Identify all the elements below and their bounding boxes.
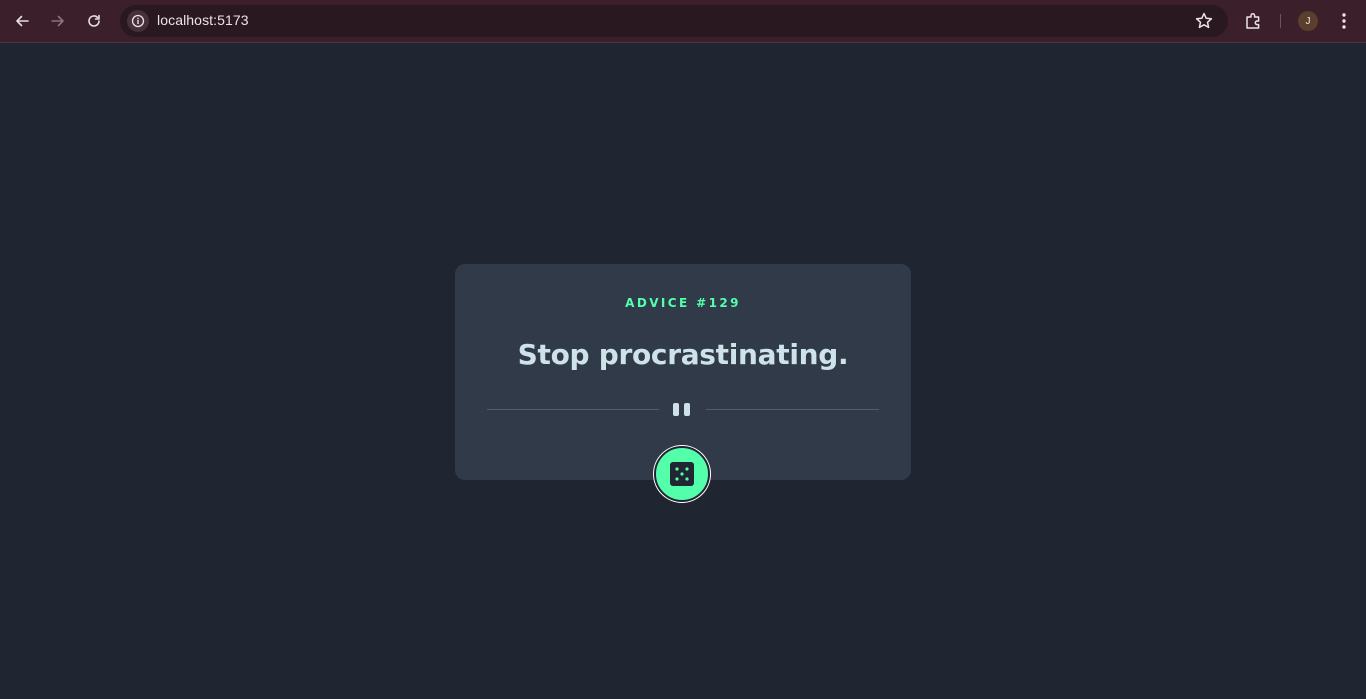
pattern-divider: [487, 401, 879, 417]
back-button[interactable]: [10, 9, 34, 33]
divider-line-left: [487, 409, 659, 410]
profile-avatar[interactable]: J: [1298, 11, 1318, 31]
pause-quote-icon: [673, 403, 693, 416]
address-bar[interactable]: localhost:5173: [120, 5, 1228, 37]
puzzle-icon[interactable]: [1244, 11, 1264, 31]
reload-icon: [88, 14, 100, 27]
generate-advice-button[interactable]: [654, 446, 710, 502]
advice-id: ADVICE #129: [625, 296, 741, 310]
forward-button[interactable]: [46, 9, 70, 33]
url-text[interactable]: localhost:5173: [157, 12, 249, 28]
star-icon[interactable]: [1194, 11, 1214, 31]
kebab-menu-icon[interactable]: [1336, 11, 1352, 31]
site-info-button[interactable]: [127, 10, 149, 32]
browser-toolbar: localhost:5173 J: [0, 0, 1366, 43]
reload-button[interactable]: [82, 9, 106, 33]
info-icon: [131, 14, 145, 28]
divider-line-right: [706, 409, 879, 410]
dice-icon: [670, 462, 694, 486]
toolbar-separator: [1280, 14, 1281, 28]
advice-text: Stop procrastinating.: [517, 338, 849, 371]
arrow-right-icon: [51, 15, 64, 27]
arrow-left-icon: [16, 15, 29, 27]
